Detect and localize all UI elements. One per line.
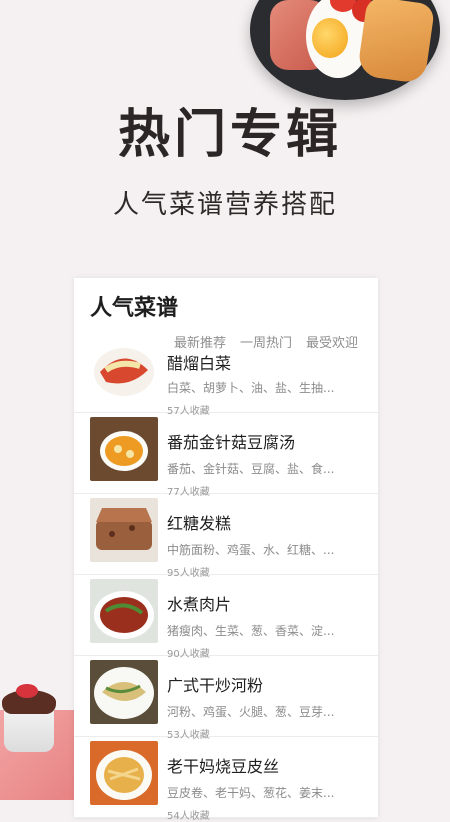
recipe-name: 老干妈烧豆皮丝 [167,757,280,776]
recipe-name: 水煮肉片 [167,595,232,614]
recipe-ingredients: 番茄、金针菇、豆腐、盐、食... [167,462,335,476]
recipe-item[interactable]: 老干妈烧豆皮丝 豆皮卷、老干妈、葱花、姜末... 54人收藏 [74,737,378,822]
recipe-item[interactable]: 番茄金针菇豆腐汤 番茄、金针菇、豆腐、盐、食... 77人收藏 [74,413,378,498]
hero-banner: 热门专辑 人气菜谱营养搭配 [0,0,450,290]
recipe-ingredients: 中筋面粉、鸡蛋、水、红糖、... [167,543,335,557]
popular-recipes-card: 人气菜谱 最新推荐 一周热门 最受欢迎 醋熘白菜 白菜、胡萝卜、油、盐、生抽..… [74,278,378,822]
recipe-thumbnail [90,498,158,562]
egg-yolk-image [312,18,348,58]
recipe-favorites: 54人收藏 [167,811,210,822]
recipe-ingredients: 白菜、胡萝卜、油、盐、生抽... [167,381,335,395]
recipe-thumbnail [90,417,158,481]
recipe-ingredients: 河粉、鸡蛋、火腿、葱、豆芽... [167,705,335,719]
recipe-thumbnail [90,741,158,805]
recipe-item[interactable]: 红糖发糕 中筋面粉、鸡蛋、水、红糖、... 95人收藏 [74,494,378,579]
cupcake-cup-image [4,708,54,752]
recipe-ingredients: 豆皮卷、老干妈、葱花、姜末... [167,786,335,800]
recipe-ingredients: 猪瘦肉、生菜、葱、香菜、淀... [167,624,335,638]
card-title: 人气菜谱 [90,296,179,321]
page-title: 热门专辑 [117,105,342,165]
strawberry-image [16,684,38,698]
recipe-thumbnail [90,336,158,400]
recipe-item[interactable]: 广式干炒河粉 河粉、鸡蛋、火腿、葱、豆芽... 53人收藏 [74,656,378,741]
recipe-thumbnail [90,660,158,724]
recipe-name: 广式干炒河粉 [167,676,264,695]
recipe-item[interactable]: 水煮肉片 猪瘦肉、生菜、葱、香菜、淀... 90人收藏 [74,575,378,660]
page-subtitle: 人气菜谱营养搭配 [112,190,337,220]
recipe-list: 醋熘白菜 白菜、胡萝卜、油、盐、生抽... 57人收藏 番茄金针菇豆腐汤 番茄、… [74,332,378,822]
recipe-thumbnail [90,579,158,643]
recipe-name: 醋熘白菜 [167,354,232,373]
recipe-name: 红糖发糕 [167,514,232,533]
recipe-item[interactable]: 醋熘白菜 白菜、胡萝卜、油、盐、生抽... 57人收藏 [74,332,378,417]
recipe-name: 番茄金针菇豆腐汤 [167,433,296,452]
toast-image [356,0,436,85]
